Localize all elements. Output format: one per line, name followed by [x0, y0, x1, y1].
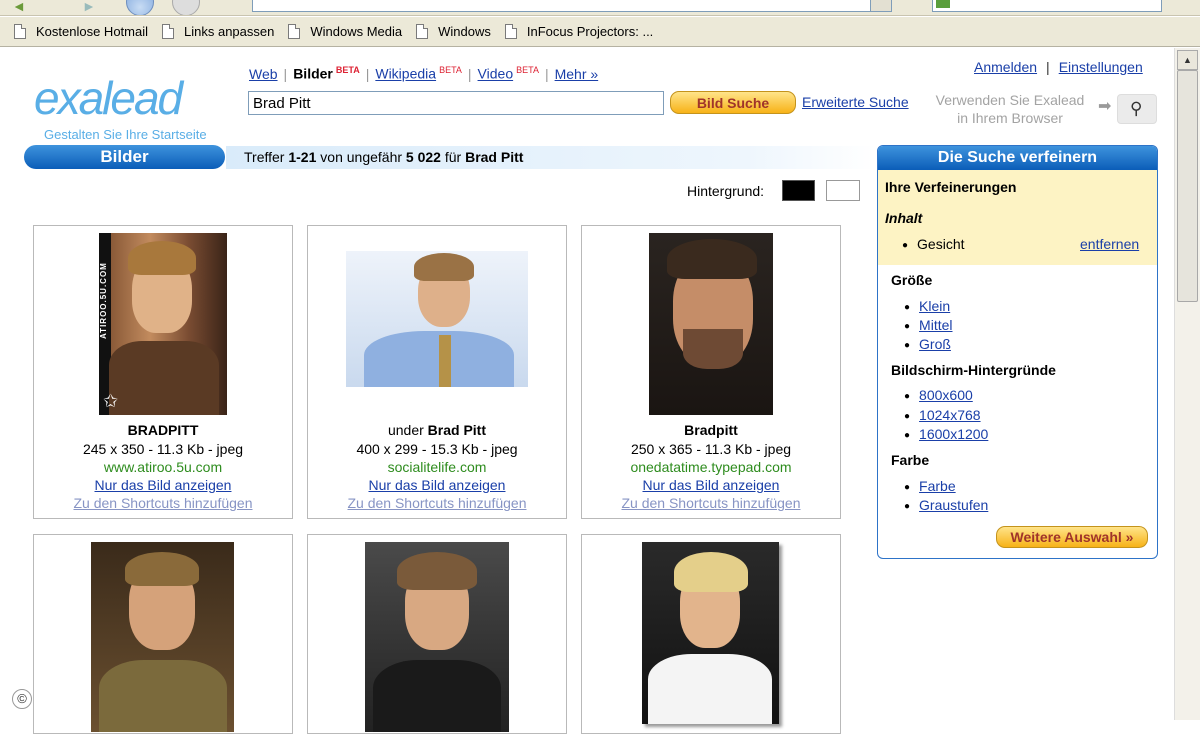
facet-title-size: Größe	[891, 272, 933, 288]
copyright-icon: ©	[12, 689, 32, 709]
magnifier-icon[interactable]: ⚲	[1117, 94, 1157, 124]
star-icon: ✩	[103, 391, 119, 411]
image-result-card: under Brad Pitt 400 x 299 - 15.3 Kb - jp…	[307, 225, 567, 519]
watermark-text: ATIROO.5U.COM	[99, 262, 108, 340]
vertical-scrollbar[interactable]: ▲	[1174, 48, 1200, 720]
facet-wallpaper-1024[interactable]: 1024x768	[919, 407, 981, 423]
result-meta: 245 x 350 - 11.3 Kb - jpeg	[82, 441, 244, 457]
active-refinements: Ihre Verfeinerungen Inhalt ● Gesicht entf…	[878, 170, 1157, 265]
background-black-swatch[interactable]	[782, 180, 815, 201]
browser-promo[interactable]: Verwenden Sie Exalead in Ihrem Browser	[926, 91, 1094, 127]
facet-size-small[interactable]: Klein	[919, 298, 950, 314]
result-source[interactable]: www.atiroo.5u.com	[34, 459, 292, 475]
bookmark-item[interactable]: InFocus Projectors: ...	[504, 24, 653, 39]
tab-more[interactable]: Mehr »	[555, 66, 599, 82]
refine-title: Die Suche verfeinern	[878, 146, 1157, 170]
image-thumbnail[interactable]	[346, 251, 528, 387]
arrow-right-icon: ➡	[1098, 98, 1112, 115]
page-icon	[416, 24, 429, 39]
result-meta: 250 x 365 - 11.3 Kb - jpeg	[630, 441, 792, 457]
image-search-button[interactable]: Bild Suche	[670, 91, 796, 114]
more-options-button[interactable]: Weitere Auswahl »	[996, 526, 1148, 548]
result-source[interactable]: socialitelife.com	[308, 459, 566, 475]
active-refinement-item: Gesicht	[917, 236, 965, 252]
add-shortcut-link[interactable]: Zu den Shortcuts hinzufügen	[347, 495, 526, 511]
account-links: Anmelden | Einstellungen	[974, 59, 1143, 75]
tab-images[interactable]: Bilder BETA	[293, 65, 360, 82]
home-icon[interactable]	[172, 0, 200, 15]
beta-badge: BETA	[516, 65, 539, 75]
page-icon	[14, 24, 26, 39]
facet-size-large[interactable]: Groß	[919, 336, 951, 352]
add-shortcut-link[interactable]: Zu den Shortcuts hinzufügen	[621, 495, 800, 511]
login-link[interactable]: Anmelden	[974, 59, 1037, 75]
forward-arrow-icon[interactable]: ►	[82, 0, 96, 14]
customize-homepage-link[interactable]: Gestalten Sie Ihre Startseite	[44, 127, 207, 142]
back-arrow-icon[interactable]: ◄	[12, 0, 26, 14]
page-icon	[288, 24, 301, 39]
search-tabs: Web | Bilder BETA | Wikipedia BETA | Video BETA | M…	[249, 65, 599, 82]
refresh-icon[interactable]	[126, 0, 154, 15]
scroll-thumb[interactable]	[1177, 70, 1198, 302]
facet-title-wallpaper: Bildschirm-Hintergründe	[891, 362, 1056, 378]
address-bar[interactable]	[252, 0, 892, 12]
result-meta: 400 x 299 - 15.3 Kb - jpeg	[356, 441, 518, 457]
beta-badge: BETA	[335, 65, 360, 75]
background-white-swatch[interactable]	[826, 180, 860, 201]
image-result-card: ATIROO.5U.COM ✩ BRADPITT 245 x 350 - 11.…	[33, 225, 293, 519]
search-engine-icon[interactable]	[936, 0, 950, 8]
bookmark-item[interactable]: Kostenlose Hotmail	[14, 24, 148, 39]
view-image-link[interactable]: Nur das Bild anzeigen	[369, 477, 506, 493]
view-image-link[interactable]: Nur das Bild anzeigen	[95, 477, 232, 493]
facet-wallpaper-1600[interactable]: 1600x1200	[919, 426, 988, 442]
result-count: Treffer 1-21 von ungefähr 5 022 für Brad…	[244, 149, 524, 165]
page-icon	[162, 24, 174, 39]
facet-color[interactable]: Farbe	[919, 478, 956, 494]
image-result-card	[307, 534, 567, 734]
bookmark-item[interactable]: Links anpassen	[162, 24, 274, 39]
section-label: Bilder	[24, 145, 225, 169]
remove-refinement-link[interactable]: entfernen	[1080, 236, 1139, 252]
address-dropdown[interactable]	[870, 0, 892, 12]
advanced-search-link[interactable]: Erweiterte Suche	[802, 94, 909, 110]
settings-link[interactable]: Einstellungen	[1059, 59, 1143, 75]
browser-search-box[interactable]	[932, 0, 1162, 12]
bookmark-item[interactable]: Windows Media	[288, 24, 402, 39]
result-title: Brad Pitt	[427, 422, 487, 438]
browser-toolbar: ◄ ►	[0, 0, 1200, 16]
scroll-up-icon[interactable]: ▲	[1177, 50, 1198, 70]
bookmark-item[interactable]: Windows	[416, 24, 491, 39]
facet-grayscale[interactable]: Graustufen	[919, 497, 988, 513]
beta-badge: BETA	[439, 65, 462, 75]
image-thumbnail[interactable]	[642, 542, 779, 724]
image-result-card: Bradpitt 250 x 365 - 11.3 Kb - jpeg oned…	[581, 225, 841, 519]
result-source[interactable]: onedatatime.typepad.com	[582, 459, 840, 475]
image-result-card	[581, 534, 841, 734]
tab-wikipedia[interactable]: Wikipedia BETA	[375, 65, 462, 82]
view-image-link[interactable]: Nur das Bild anzeigen	[643, 477, 780, 493]
search-input[interactable]	[248, 91, 664, 115]
facet-title-color: Farbe	[891, 452, 930, 468]
image-result-card	[33, 534, 293, 734]
tab-web[interactable]: Web	[249, 66, 278, 82]
facet-size-medium[interactable]: Mittel	[919, 317, 952, 333]
tab-video[interactable]: Video BETA	[478, 65, 539, 82]
background-label: Hintergrund:	[687, 183, 765, 199]
page-icon	[504, 24, 517, 39]
add-shortcut-link[interactable]: Zu den Shortcuts hinzufügen	[73, 495, 252, 511]
refine-panel: Die Suche verfeinern Ihre Verfeinerungen…	[877, 145, 1158, 559]
image-thumbnail[interactable]: ATIROO.5U.COM ✩	[99, 233, 227, 415]
image-thumbnail[interactable]	[649, 233, 773, 415]
result-title: BRADPITT	[127, 422, 199, 438]
exalead-logo[interactable]: exalead	[34, 75, 183, 121]
image-thumbnail[interactable]	[91, 542, 234, 732]
result-title: Bradpitt	[684, 422, 738, 438]
image-thumbnail[interactable]	[365, 542, 509, 732]
facet-wallpaper-800[interactable]: 800x600	[919, 387, 973, 403]
links-bar: Kostenlose Hotmail Links anpassen Window…	[0, 17, 1200, 47]
